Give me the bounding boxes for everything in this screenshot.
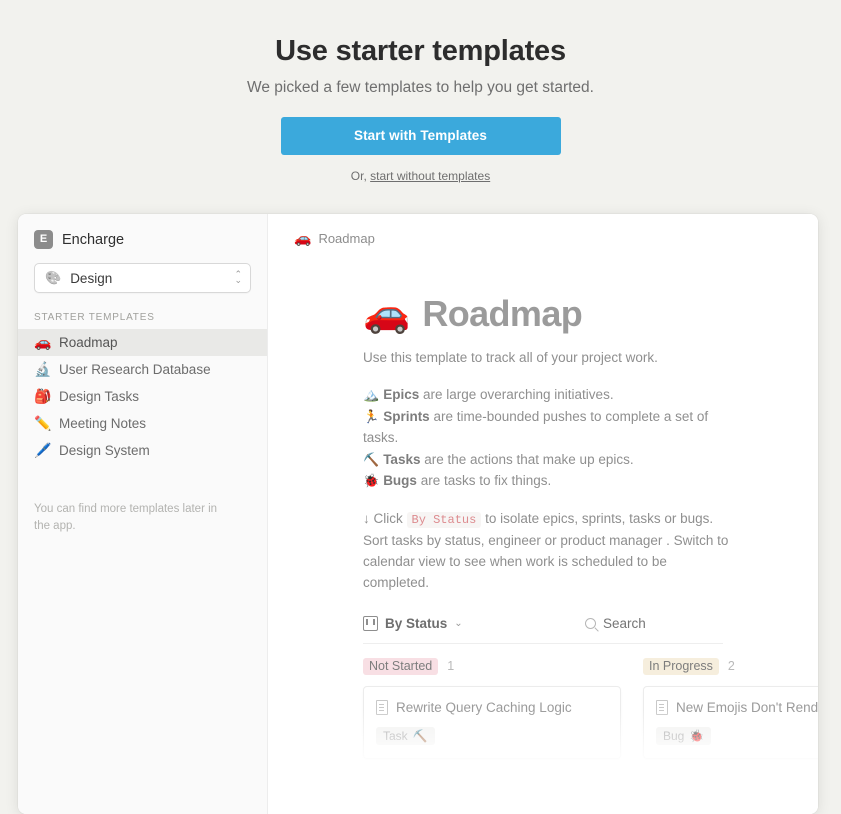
instructions-before: Click (369, 510, 407, 526)
brand-logo-icon: E (34, 230, 53, 249)
sidebar-item-meeting-notes[interactable]: ✏️ Meeting Notes (18, 410, 267, 437)
sidebar-item-label: User Research Database (59, 362, 211, 377)
sidebar-item-user-research-database[interactable]: 🔬 User Research Database (18, 356, 267, 383)
car-icon: 🚗 (34, 334, 52, 350)
brand: E Encharge (18, 214, 267, 249)
runner-icon: 🏃 (363, 408, 380, 424)
pencil-icon: ✏️ (34, 415, 52, 431)
status-badge: Not Started (363, 657, 439, 675)
definition-text: are tasks to fix things. (416, 473, 552, 489)
sidebar: E Encharge 🎨 Design ⌃ ⌄ STARTER TEMPLATES… (18, 214, 268, 814)
breadcrumb[interactable]: 🚗 Roadmap (268, 214, 818, 247)
ladybug-icon: 🐞 (689, 728, 705, 743)
column-header: Not Started 1 (363, 657, 621, 675)
sidebar-item-label: Design Tasks (59, 389, 140, 404)
sidebar-item-design-system[interactable]: 🖊️ Design System (18, 437, 267, 464)
search-box[interactable] (585, 615, 723, 631)
card-tag-label: Bug (663, 728, 685, 743)
sidebar-item-label: Meeting Notes (59, 416, 147, 431)
sidebar-footer-note: You can find more templates later in the… (34, 503, 218, 532)
column-header: In Progress 2 (643, 657, 818, 675)
alt-prefix-label: Or, (350, 168, 371, 183)
sidebar-item-design-tasks[interactable]: 🎒 Design Tasks (18, 383, 267, 410)
by-status-code-chip: By Status (406, 511, 482, 528)
chevron-updown-icon: ⌃ ⌄ (234, 269, 242, 285)
document-instructions: ↓ Click By Status to isolate epics, spri… (363, 508, 729, 594)
page-subtitle: We picked a few templates to help you ge… (247, 78, 594, 96)
ladybug-icon: 🐞 (363, 473, 380, 489)
pen-icon: 🖊️ (34, 442, 52, 458)
definition-text: are the actions that make up epics. (420, 451, 634, 467)
sidebar-item-label: Roadmap (59, 335, 118, 350)
document-title: 🚗 Roadmap (363, 295, 818, 333)
kanban-column-not-started: Not Started 1 Rewrite Query Caching Logi… (363, 657, 621, 759)
palette-icon: 🎨 (45, 270, 62, 285)
view-selector-by-status[interactable]: By Status ⌄ (363, 615, 463, 631)
breadcrumb-label: Roadmap (318, 231, 375, 246)
definition-term: Bugs (383, 473, 417, 489)
column-count: 1 (447, 659, 455, 674)
page-icon (656, 699, 668, 715)
car-icon: 🚗 (294, 230, 312, 246)
kanban-board: Not Started 1 Rewrite Query Caching Logi… (363, 657, 818, 759)
status-badge: In Progress (643, 657, 719, 675)
document-definitions: 🏔️ Epics are large overarching initiative… (363, 384, 729, 491)
definition-term: Sprints (383, 408, 430, 424)
kanban-card[interactable]: New Emojis Don't Render Bug 🐞 (643, 685, 818, 759)
definition-term: Tasks (383, 451, 421, 467)
pick-icon: ⛏️ (363, 451, 380, 467)
backpack-icon: 🎒 (34, 388, 52, 404)
down-arrow-icon: ↓ (363, 510, 370, 526)
chevron-down-icon: ⌄ (454, 617, 463, 629)
card-title: New Emojis Don't Render (676, 699, 818, 715)
search-input[interactable] (603, 615, 723, 631)
start-with-templates-button[interactable]: Start with Templates (280, 116, 561, 155)
card-title: Rewrite Query Caching Logic (396, 699, 572, 715)
card-title-row: Rewrite Query Caching Logic (376, 699, 608, 715)
kanban-card[interactable]: Rewrite Query Caching Logic Task ⛏️ (363, 685, 621, 759)
column-count: 2 (727, 659, 735, 674)
workspace-select-value: Design (70, 270, 113, 286)
starter-templates-list: 🚗 Roadmap 🔬 User Research Database 🎒 Des… (18, 329, 267, 464)
start-without-templates-row: Or, start without templates (0, 169, 841, 183)
start-without-templates-link[interactable]: start without templates (370, 169, 490, 183)
document-body: 🚗 Roadmap Use this template to track all… (268, 247, 818, 594)
page-icon (376, 699, 388, 715)
card-tag: Task ⛏️ (376, 726, 435, 745)
starter-templates-heading: STARTER TEMPLATES (34, 312, 155, 323)
hero-section: Use starter templates We picked a few te… (0, 0, 841, 183)
definition-text: are large overarching initiatives. (419, 387, 614, 403)
view-selector-label: By Status (385, 615, 448, 631)
microscope-icon: 🔬 (34, 361, 52, 377)
kanban-column-in-progress: In Progress 2 New Emojis Don't Render Bu… (643, 657, 818, 759)
card-title-row: New Emojis Don't Render (656, 699, 818, 715)
document-title-text: Roadmap (422, 293, 583, 334)
sidebar-item-label: Design System (59, 443, 150, 458)
sidebar-item-roadmap[interactable]: 🚗 Roadmap (18, 329, 267, 356)
brand-name: Encharge (62, 231, 125, 248)
card-tag: Bug 🐞 (656, 726, 712, 745)
app-window: E Encharge 🎨 Design ⌃ ⌄ STARTER TEMPLATES… (18, 214, 818, 814)
document-intro: Use this template to track all of your p… (363, 350, 658, 365)
board-toolbar: By Status ⌄ (363, 615, 723, 644)
board-view-icon (363, 615, 378, 631)
mountain-icon: 🏔️ (363, 387, 380, 403)
search-icon (585, 617, 596, 629)
car-icon: 🚗 (363, 293, 411, 335)
card-tag-label: Task (383, 728, 408, 743)
main-content: 🚗 Roadmap 🚗 Roadmap Use this template to… (268, 214, 818, 814)
workspace-select[interactable]: 🎨 Design ⌃ ⌄ (34, 263, 251, 293)
page-title: Use starter templates (275, 35, 566, 67)
definition-term: Epics (383, 387, 420, 403)
pick-icon: ⛏️ (412, 728, 428, 743)
